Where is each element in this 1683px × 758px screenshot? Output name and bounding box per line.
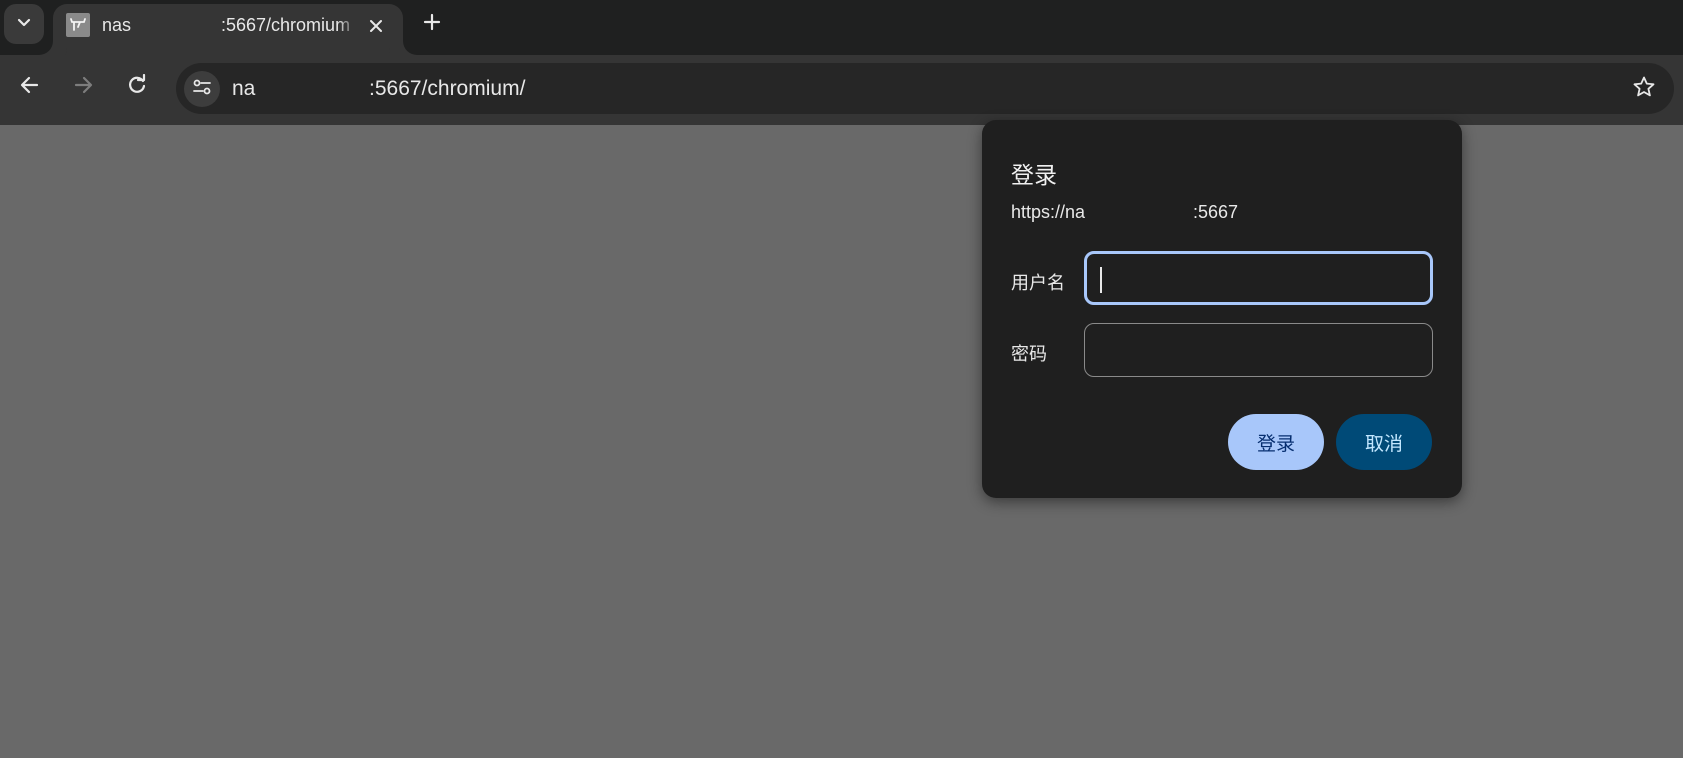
- browser-toolbar: na :5667/chromium/: [0, 55, 1683, 125]
- dialog-title: 登录: [1011, 162, 1057, 188]
- tab-search-button[interactable]: [4, 4, 44, 44]
- dialog-origin-start: https://na: [1011, 202, 1086, 222]
- close-icon[interactable]: [364, 14, 388, 38]
- chevron-down-icon: [16, 14, 32, 35]
- bookmark-button[interactable]: [1630, 75, 1658, 103]
- forward-button[interactable]: [67, 71, 99, 103]
- url-text-end: :5667/chromium/: [369, 77, 526, 100]
- plus-icon: [422, 12, 442, 37]
- arrow-left-icon: [19, 74, 41, 101]
- reload-icon: [126, 73, 148, 101]
- username-field[interactable]: [1084, 251, 1433, 305]
- tune-icon: [191, 76, 213, 103]
- username-label: 用户名: [1011, 273, 1065, 293]
- site-info-button[interactable]: [184, 71, 220, 107]
- arrow-right-icon: [72, 74, 94, 101]
- dialog-origin-end: :5667: [1193, 202, 1239, 222]
- back-button[interactable]: [14, 71, 46, 103]
- cancel-button[interactable]: 取消: [1336, 414, 1432, 470]
- tab-strip: nas :5667/chromium: [0, 0, 1683, 55]
- reload-button[interactable]: [121, 71, 153, 103]
- http-auth-dialog: 登录 https://na :5667 用户名 密码 登录 取消: [982, 120, 1462, 498]
- password-field[interactable]: [1084, 323, 1433, 377]
- sign-in-button[interactable]: 登录: [1228, 414, 1324, 470]
- text-caret: [1100, 267, 1102, 293]
- new-tab-button[interactable]: [418, 10, 446, 38]
- url-text-start: na: [232, 77, 256, 100]
- tab-title-start: nas: [102, 15, 132, 35]
- active-tab[interactable]: nas :5667/chromium: [53, 4, 403, 55]
- password-label: 密码: [1011, 344, 1047, 364]
- address-bar[interactable]: na :5667/chromium/: [176, 63, 1674, 114]
- star-icon: [1632, 75, 1656, 104]
- site-favicon-icon: [66, 13, 90, 37]
- tab-title-end: :5667/chromium: [221, 15, 351, 35]
